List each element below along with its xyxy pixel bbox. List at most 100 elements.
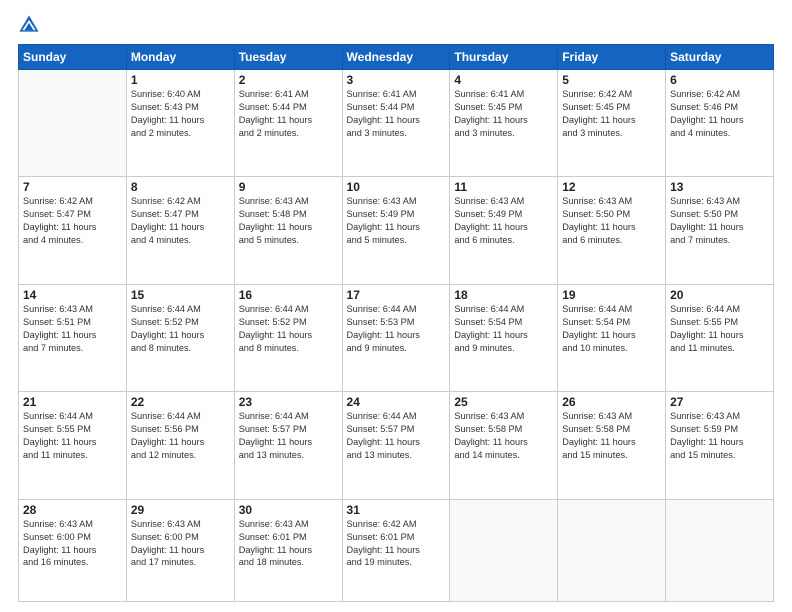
day-info: Sunrise: 6:43 AM Sunset: 5:49 PM Dayligh… <box>347 195 446 247</box>
table-row: 7Sunrise: 6:42 AM Sunset: 5:47 PM Daylig… <box>19 177 127 284</box>
day-number: 26 <box>562 395 661 409</box>
day-info: Sunrise: 6:44 AM Sunset: 5:54 PM Dayligh… <box>562 303 661 355</box>
table-row: 21Sunrise: 6:44 AM Sunset: 5:55 PM Dayli… <box>19 392 127 499</box>
table-row: 2Sunrise: 6:41 AM Sunset: 5:44 PM Daylig… <box>234 70 342 177</box>
day-info: Sunrise: 6:43 AM Sunset: 5:58 PM Dayligh… <box>454 410 553 462</box>
calendar-week-row: 7Sunrise: 6:42 AM Sunset: 5:47 PM Daylig… <box>19 177 774 284</box>
day-number: 6 <box>670 73 769 87</box>
day-number: 31 <box>347 503 446 517</box>
day-number: 13 <box>670 180 769 194</box>
table-row: 12Sunrise: 6:43 AM Sunset: 5:50 PM Dayli… <box>558 177 666 284</box>
table-row <box>19 70 127 177</box>
table-row: 28Sunrise: 6:43 AM Sunset: 6:00 PM Dayli… <box>19 499 127 601</box>
day-info: Sunrise: 6:44 AM Sunset: 5:57 PM Dayligh… <box>239 410 338 462</box>
day-number: 21 <box>23 395 122 409</box>
table-row: 31Sunrise: 6:42 AM Sunset: 6:01 PM Dayli… <box>342 499 450 601</box>
table-row: 17Sunrise: 6:44 AM Sunset: 5:53 PM Dayli… <box>342 284 450 391</box>
day-number: 17 <box>347 288 446 302</box>
table-row: 22Sunrise: 6:44 AM Sunset: 5:56 PM Dayli… <box>126 392 234 499</box>
day-info: Sunrise: 6:43 AM Sunset: 5:50 PM Dayligh… <box>562 195 661 247</box>
day-number: 23 <box>239 395 338 409</box>
day-info: Sunrise: 6:43 AM Sunset: 5:49 PM Dayligh… <box>454 195 553 247</box>
table-row: 10Sunrise: 6:43 AM Sunset: 5:49 PM Dayli… <box>342 177 450 284</box>
calendar-table: Sunday Monday Tuesday Wednesday Thursday… <box>18 44 774 602</box>
calendar-page: Sunday Monday Tuesday Wednesday Thursday… <box>0 0 792 612</box>
day-number: 7 <box>23 180 122 194</box>
day-info: Sunrise: 6:44 AM Sunset: 5:54 PM Dayligh… <box>454 303 553 355</box>
table-row <box>558 499 666 601</box>
table-row: 14Sunrise: 6:43 AM Sunset: 5:51 PM Dayli… <box>19 284 127 391</box>
logo <box>18 16 42 36</box>
table-row: 27Sunrise: 6:43 AM Sunset: 5:59 PM Dayli… <box>666 392 774 499</box>
day-number: 27 <box>670 395 769 409</box>
day-number: 16 <box>239 288 338 302</box>
table-row: 9Sunrise: 6:43 AM Sunset: 5:48 PM Daylig… <box>234 177 342 284</box>
day-info: Sunrise: 6:44 AM Sunset: 5:57 PM Dayligh… <box>347 410 446 462</box>
day-number: 22 <box>131 395 230 409</box>
day-info: Sunrise: 6:43 AM Sunset: 6:00 PM Dayligh… <box>23 518 122 570</box>
logo-icon <box>18 14 40 36</box>
day-number: 18 <box>454 288 553 302</box>
day-number: 15 <box>131 288 230 302</box>
table-row: 11Sunrise: 6:43 AM Sunset: 5:49 PM Dayli… <box>450 177 558 284</box>
header <box>18 16 774 36</box>
day-info: Sunrise: 6:41 AM Sunset: 5:44 PM Dayligh… <box>239 88 338 140</box>
table-row: 4Sunrise: 6:41 AM Sunset: 5:45 PM Daylig… <box>450 70 558 177</box>
day-info: Sunrise: 6:43 AM Sunset: 5:51 PM Dayligh… <box>23 303 122 355</box>
day-number: 5 <box>562 73 661 87</box>
table-row: 1Sunrise: 6:40 AM Sunset: 5:43 PM Daylig… <box>126 70 234 177</box>
day-info: Sunrise: 6:42 AM Sunset: 5:45 PM Dayligh… <box>562 88 661 140</box>
day-number: 2 <box>239 73 338 87</box>
col-friday: Friday <box>558 45 666 70</box>
day-info: Sunrise: 6:43 AM Sunset: 6:01 PM Dayligh… <box>239 518 338 570</box>
day-info: Sunrise: 6:42 AM Sunset: 5:47 PM Dayligh… <box>23 195 122 247</box>
table-row: 19Sunrise: 6:44 AM Sunset: 5:54 PM Dayli… <box>558 284 666 391</box>
day-info: Sunrise: 6:41 AM Sunset: 5:44 PM Dayligh… <box>347 88 446 140</box>
day-info: Sunrise: 6:44 AM Sunset: 5:56 PM Dayligh… <box>131 410 230 462</box>
day-number: 3 <box>347 73 446 87</box>
day-number: 10 <box>347 180 446 194</box>
col-tuesday: Tuesday <box>234 45 342 70</box>
table-row: 3Sunrise: 6:41 AM Sunset: 5:44 PM Daylig… <box>342 70 450 177</box>
day-info: Sunrise: 6:43 AM Sunset: 6:00 PM Dayligh… <box>131 518 230 570</box>
day-number: 12 <box>562 180 661 194</box>
table-row: 15Sunrise: 6:44 AM Sunset: 5:52 PM Dayli… <box>126 284 234 391</box>
table-row: 26Sunrise: 6:43 AM Sunset: 5:58 PM Dayli… <box>558 392 666 499</box>
day-number: 19 <box>562 288 661 302</box>
table-row: 8Sunrise: 6:42 AM Sunset: 5:47 PM Daylig… <box>126 177 234 284</box>
day-number: 24 <box>347 395 446 409</box>
day-number: 1 <box>131 73 230 87</box>
table-row: 6Sunrise: 6:42 AM Sunset: 5:46 PM Daylig… <box>666 70 774 177</box>
day-number: 9 <box>239 180 338 194</box>
col-sunday: Sunday <box>19 45 127 70</box>
day-number: 11 <box>454 180 553 194</box>
day-info: Sunrise: 6:42 AM Sunset: 5:47 PM Dayligh… <box>131 195 230 247</box>
col-wednesday: Wednesday <box>342 45 450 70</box>
calendar-week-row: 14Sunrise: 6:43 AM Sunset: 5:51 PM Dayli… <box>19 284 774 391</box>
table-row: 18Sunrise: 6:44 AM Sunset: 5:54 PM Dayli… <box>450 284 558 391</box>
calendar-week-row: 1Sunrise: 6:40 AM Sunset: 5:43 PM Daylig… <box>19 70 774 177</box>
table-row: 13Sunrise: 6:43 AM Sunset: 5:50 PM Dayli… <box>666 177 774 284</box>
table-row: 20Sunrise: 6:44 AM Sunset: 5:55 PM Dayli… <box>666 284 774 391</box>
day-number: 29 <box>131 503 230 517</box>
day-info: Sunrise: 6:44 AM Sunset: 5:52 PM Dayligh… <box>131 303 230 355</box>
day-info: Sunrise: 6:44 AM Sunset: 5:55 PM Dayligh… <box>23 410 122 462</box>
day-number: 30 <box>239 503 338 517</box>
day-info: Sunrise: 6:43 AM Sunset: 5:59 PM Dayligh… <box>670 410 769 462</box>
table-row: 29Sunrise: 6:43 AM Sunset: 6:00 PM Dayli… <box>126 499 234 601</box>
day-info: Sunrise: 6:42 AM Sunset: 5:46 PM Dayligh… <box>670 88 769 140</box>
calendar-week-row: 28Sunrise: 6:43 AM Sunset: 6:00 PM Dayli… <box>19 499 774 601</box>
table-row: 5Sunrise: 6:42 AM Sunset: 5:45 PM Daylig… <box>558 70 666 177</box>
day-info: Sunrise: 6:44 AM Sunset: 5:53 PM Dayligh… <box>347 303 446 355</box>
table-row: 16Sunrise: 6:44 AM Sunset: 5:52 PM Dayli… <box>234 284 342 391</box>
day-info: Sunrise: 6:43 AM Sunset: 5:50 PM Dayligh… <box>670 195 769 247</box>
col-thursday: Thursday <box>450 45 558 70</box>
day-info: Sunrise: 6:43 AM Sunset: 5:58 PM Dayligh… <box>562 410 661 462</box>
table-row <box>666 499 774 601</box>
day-info: Sunrise: 6:42 AM Sunset: 6:01 PM Dayligh… <box>347 518 446 570</box>
day-number: 20 <box>670 288 769 302</box>
col-monday: Monday <box>126 45 234 70</box>
table-row: 23Sunrise: 6:44 AM Sunset: 5:57 PM Dayli… <box>234 392 342 499</box>
table-row: 24Sunrise: 6:44 AM Sunset: 5:57 PM Dayli… <box>342 392 450 499</box>
col-saturday: Saturday <box>666 45 774 70</box>
